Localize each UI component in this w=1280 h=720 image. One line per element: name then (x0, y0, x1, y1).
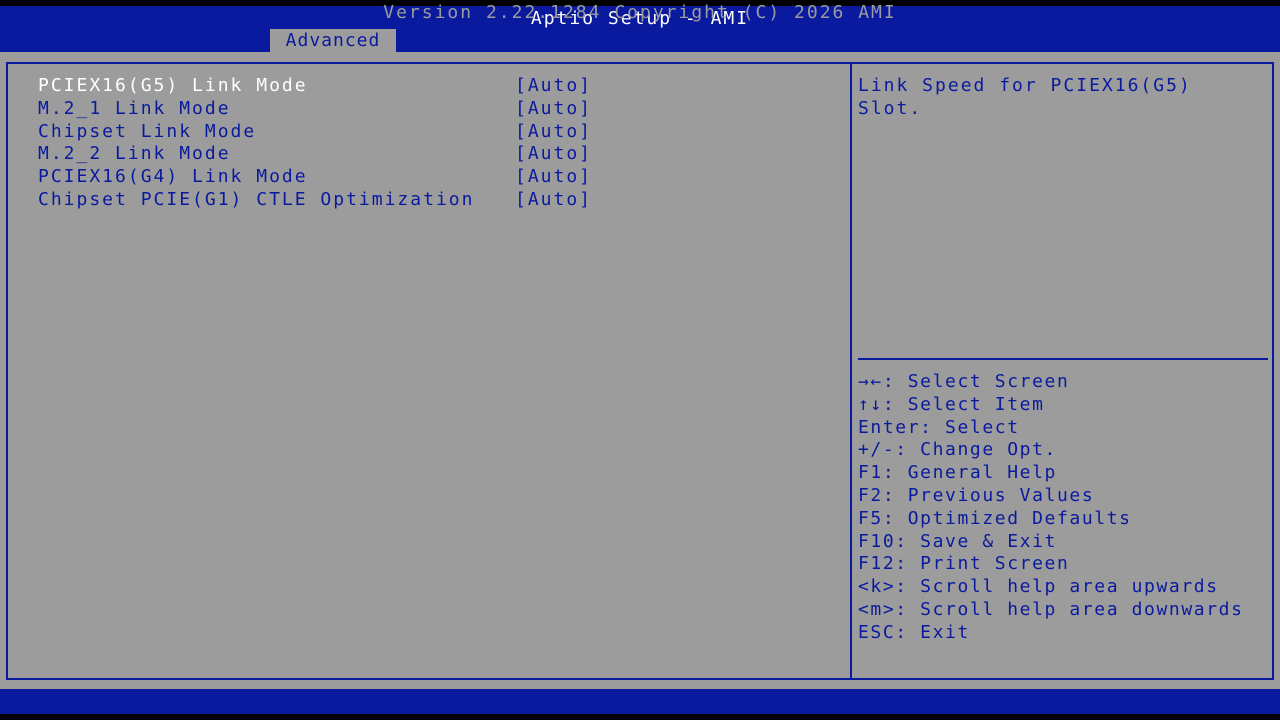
setting-value[interactable]: [Auto] (515, 121, 592, 144)
footer-bar (0, 689, 1280, 714)
version-text: Version 2.22.1284 Copyright (C) 2026 AMI (383, 2, 897, 23)
vertical-divider (850, 62, 852, 680)
key-hint-f5: F5: Optimized Defaults (858, 507, 1132, 529)
key-hint-f2: F2: Previous Values (858, 484, 1095, 506)
setting-label: PCIEX16(G5) Link Mode (38, 75, 308, 96)
key-hint-f12: F12: Print Screen (858, 553, 1070, 575)
key-hint-select-item: ↑↓: Select Item (858, 393, 1045, 415)
setting-value[interactable]: [Auto] (515, 189, 592, 212)
key-hint-enter: Enter: Select (858, 416, 1020, 438)
setting-value[interactable]: [Auto] (515, 98, 592, 121)
key-hint-change-opt: +/-: Change Opt. (858, 439, 1057, 461)
key-hint-f1: F1: General Help (858, 462, 1057, 484)
settings-list: PCIEX16(G5) Link Mode [Auto] M.2_1 Link … (38, 75, 838, 212)
setting-chipset-link-mode[interactable]: Chipset Link Mode [Auto] (38, 121, 838, 144)
setting-value[interactable]: [Auto] (515, 166, 592, 189)
key-legend: →←: Select Screen ↑↓: Select Item Enter:… (858, 371, 1274, 645)
help-text-line: Slot. (858, 97, 923, 119)
key-hint-f10: F10: Save & Exit (858, 530, 1057, 552)
setting-label: Chipset Link Mode (38, 120, 257, 142)
setting-label: M.2_2 Link Mode (38, 143, 231, 165)
help-text-line: Link Speed for PCIEX16(G5) (858, 75, 1192, 96)
key-hint-scroll-up: <k>: Scroll help area upwards (858, 576, 1219, 598)
setting-label: Chipset PCIE(G1) CTLE Optimization (38, 188, 475, 210)
setting-value[interactable]: [Auto] (515, 75, 592, 98)
setting-m2-2-link-mode[interactable]: M.2_2 Link Mode [Auto] (38, 143, 838, 166)
setting-label: M.2_1 Link Mode (38, 97, 231, 119)
setting-label: PCIEX16(G4) Link Mode (38, 166, 308, 188)
help-panel: Link Speed for PCIEX16(G5) Slot. (858, 75, 1268, 121)
setting-chipset-pcie-g1-ctle-optimization[interactable]: Chipset PCIE(G1) CTLE Optimization [Auto… (38, 189, 838, 212)
tab-advanced[interactable]: Advanced (270, 29, 396, 52)
key-hint-scroll-down: <m>: Scroll help area downwards (858, 598, 1244, 620)
help-divider (858, 358, 1268, 360)
setting-m2-1-link-mode[interactable]: M.2_1 Link Mode [Auto] (38, 98, 838, 121)
key-hint-select-screen: →←: Select Screen (858, 371, 1070, 392)
key-hint-esc: ESC: Exit (858, 621, 970, 643)
setting-pciex16-g4-link-mode[interactable]: PCIEX16(G4) Link Mode [Auto] (38, 166, 838, 189)
setting-value[interactable]: [Auto] (515, 143, 592, 166)
setting-pciex16-g5-link-mode[interactable]: PCIEX16(G5) Link Mode [Auto] (38, 75, 838, 98)
